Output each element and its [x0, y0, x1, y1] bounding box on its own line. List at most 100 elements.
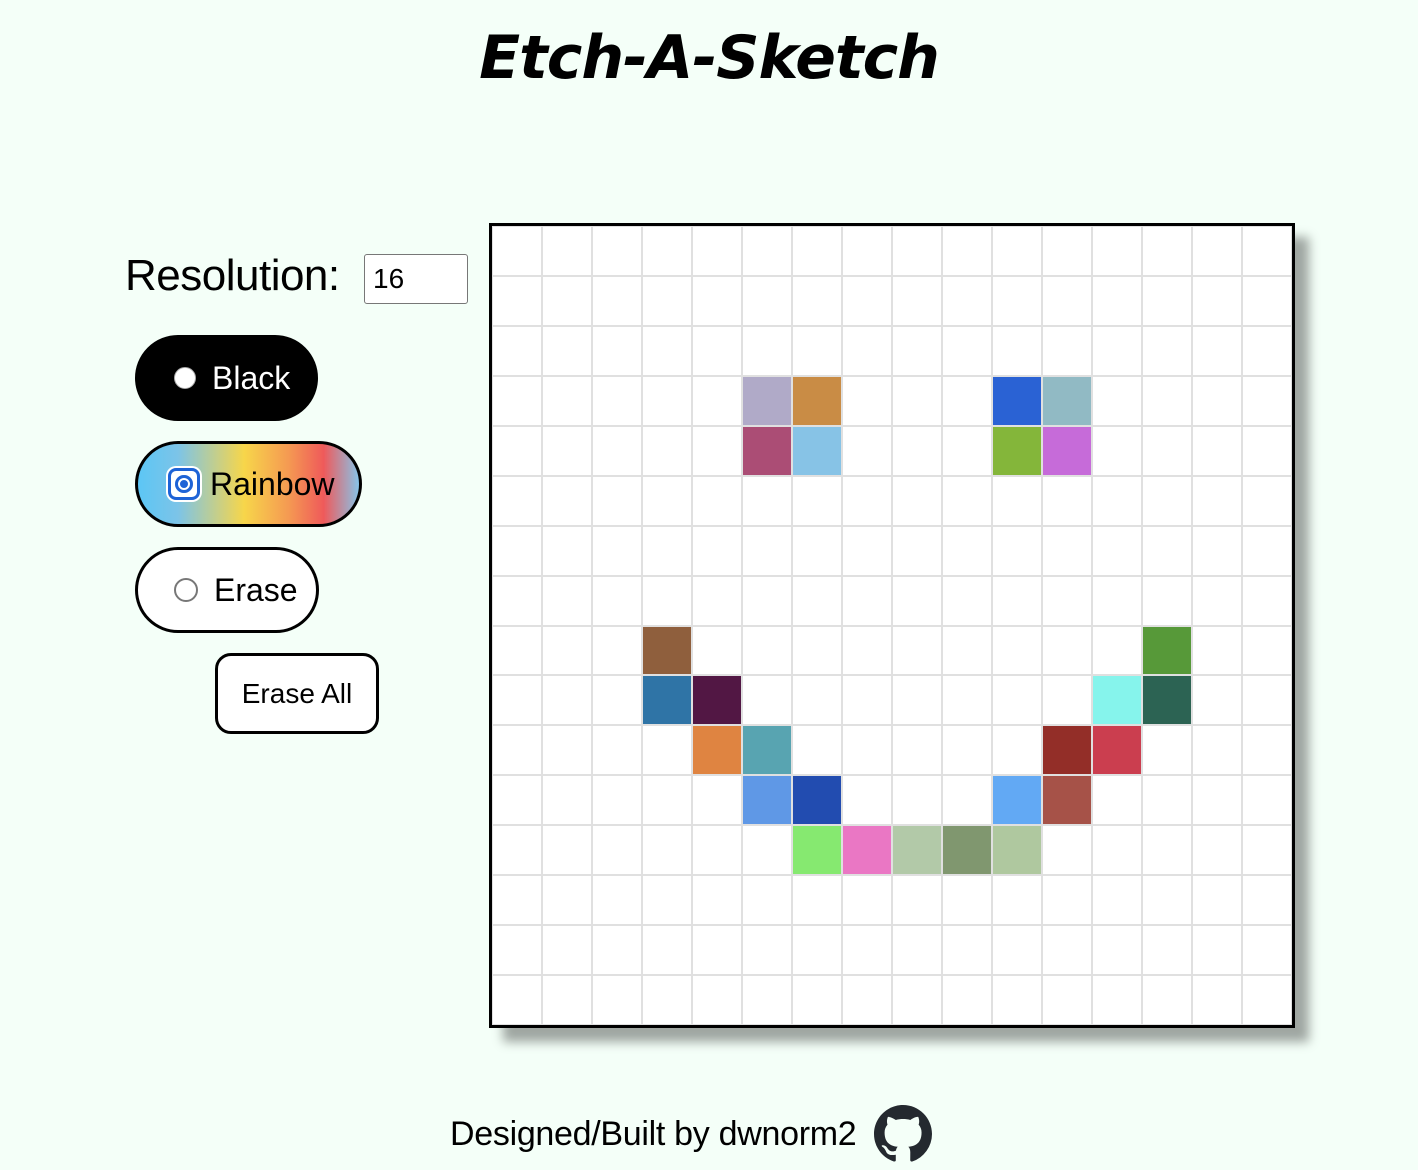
grid-cell[interactable] — [1142, 625, 1192, 676]
grid-cell[interactable] — [1142, 325, 1192, 376]
grid-cell[interactable] — [892, 975, 942, 1025]
grid-cell[interactable] — [992, 226, 1042, 276]
github-icon[interactable] — [874, 1105, 933, 1163]
grid-cell[interactable] — [842, 825, 892, 876]
grid-cell[interactable] — [1042, 575, 1092, 626]
grid-cell[interactable] — [792, 425, 842, 476]
grid-cell[interactable] — [1042, 775, 1092, 826]
grid-cell[interactable] — [1092, 775, 1142, 826]
grid-cell[interactable] — [592, 725, 642, 776]
grid-cell[interactable] — [542, 525, 592, 576]
grid-cell[interactable] — [692, 375, 742, 426]
grid-cell[interactable] — [692, 475, 742, 526]
grid-cell[interactable] — [1092, 825, 1142, 876]
grid-cell[interactable] — [842, 226, 892, 276]
grid-cell[interactable] — [742, 475, 792, 526]
grid-cell[interactable] — [992, 725, 1042, 776]
grid-cell[interactable] — [1242, 725, 1292, 776]
grid-cell[interactable] — [692, 975, 742, 1025]
grid-cell[interactable] — [942, 725, 992, 776]
grid-cell[interactable] — [1092, 875, 1142, 926]
black-radio[interactable] — [174, 367, 196, 389]
grid-cell[interactable] — [742, 425, 792, 476]
grid-cell[interactable] — [1192, 775, 1242, 826]
grid-cell[interactable] — [542, 375, 592, 426]
grid-cell[interactable] — [1092, 425, 1142, 476]
grid-cell[interactable] — [992, 775, 1042, 826]
grid-cell[interactable] — [1192, 325, 1242, 376]
grid-cell[interactable] — [542, 325, 592, 376]
grid-cell[interactable] — [542, 425, 592, 476]
grid-cell[interactable] — [792, 275, 842, 326]
grid-cell[interactable] — [642, 575, 692, 626]
grid-cell[interactable] — [642, 925, 692, 976]
grid-cell[interactable] — [1142, 775, 1192, 826]
grid-cell[interactable] — [592, 525, 642, 576]
grid-cell[interactable] — [1192, 575, 1242, 626]
grid-cell[interactable] — [1242, 675, 1292, 726]
grid-cell[interactable] — [842, 325, 892, 376]
grid-cell[interactable] — [842, 525, 892, 576]
grid-cell[interactable] — [792, 625, 842, 676]
grid-cell[interactable] — [1242, 375, 1292, 426]
grid-cell[interactable] — [1142, 275, 1192, 326]
grid-cell[interactable] — [742, 325, 792, 376]
grid-cell[interactable] — [1192, 226, 1242, 276]
grid-cell[interactable] — [842, 875, 892, 926]
grid-cell[interactable] — [1092, 675, 1142, 726]
grid-cell[interactable] — [742, 375, 792, 426]
grid-cell[interactable] — [842, 925, 892, 976]
grid-cell[interactable] — [742, 675, 792, 726]
grid-cell[interactable] — [592, 275, 642, 326]
grid-cell[interactable] — [1092, 625, 1142, 676]
grid-cell[interactable] — [992, 425, 1042, 476]
grid-cell[interactable] — [1242, 475, 1292, 526]
grid-cell[interactable] — [492, 275, 542, 326]
sketch-board[interactable] — [489, 223, 1295, 1028]
grid-cell[interactable] — [542, 725, 592, 776]
grid-cell[interactable] — [492, 675, 542, 726]
grid-cell[interactable] — [1042, 275, 1092, 326]
grid-cell[interactable] — [592, 975, 642, 1025]
grid-cell[interactable] — [892, 226, 942, 276]
grid-cell[interactable] — [842, 725, 892, 776]
grid-cell[interactable] — [492, 575, 542, 626]
grid-cell[interactable] — [742, 775, 792, 826]
grid-cell[interactable] — [1242, 425, 1292, 476]
grid-cell[interactable] — [1192, 525, 1242, 576]
grid-cell[interactable] — [592, 825, 642, 876]
erase-mode-button[interactable]: Erase — [135, 547, 319, 633]
grid-cell[interactable] — [892, 475, 942, 526]
grid-cell[interactable] — [642, 226, 692, 276]
grid-cell[interactable] — [1092, 325, 1142, 376]
grid-cell[interactable] — [492, 525, 542, 576]
grid-cell[interactable] — [792, 475, 842, 526]
grid-cell[interactable] — [842, 275, 892, 326]
grid-cell[interactable] — [1242, 325, 1292, 376]
grid-cell[interactable] — [492, 925, 542, 976]
grid-cell[interactable] — [992, 875, 1042, 926]
grid-cell[interactable] — [1242, 825, 1292, 876]
grid-cell[interactable] — [1042, 875, 1092, 926]
grid-cell[interactable] — [1042, 925, 1092, 976]
grid-cell[interactable] — [842, 625, 892, 676]
grid-cell[interactable] — [1042, 825, 1092, 876]
grid-cell[interactable] — [1092, 275, 1142, 326]
grid-cell[interactable] — [892, 925, 942, 976]
rainbow-radio[interactable] — [168, 468, 200, 500]
grid-cell[interactable] — [1042, 425, 1092, 476]
grid-cell[interactable] — [1092, 525, 1142, 576]
grid-cell[interactable] — [492, 975, 542, 1025]
grid-cell[interactable] — [1092, 975, 1142, 1025]
grid-cell[interactable] — [892, 325, 942, 376]
grid-cell[interactable] — [942, 875, 992, 926]
grid-cell[interactable] — [992, 825, 1042, 876]
grid-cell[interactable] — [1192, 475, 1242, 526]
grid-cell[interactable] — [492, 325, 542, 376]
grid-cell[interactable] — [1192, 975, 1242, 1025]
grid-cell[interactable] — [592, 325, 642, 376]
grid-cell[interactable] — [592, 875, 642, 926]
grid-cell[interactable] — [1192, 375, 1242, 426]
grid-cell[interactable] — [1142, 975, 1192, 1025]
grid-cell[interactable] — [542, 575, 592, 626]
